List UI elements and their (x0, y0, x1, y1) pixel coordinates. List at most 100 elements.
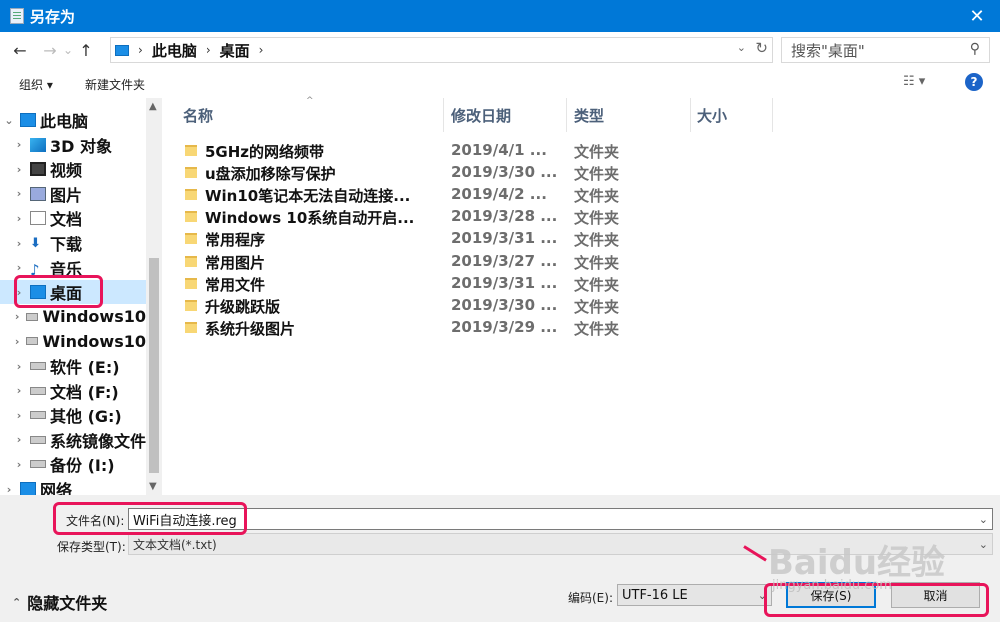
help-icon[interactable]: ? (965, 73, 983, 91)
file-name: u盘添加移除写保护 (205, 165, 336, 184)
download-icon: ⬇ (30, 236, 41, 251)
tree-item[interactable]: › 其他 (G:) (0, 403, 146, 427)
tree-item[interactable]: › 文档 (0, 206, 146, 230)
file-row[interactable]: 常用图片 2019/3/27 ... 文件夹 (163, 250, 983, 272)
column-divider[interactable] (772, 98, 773, 132)
new-folder-button[interactable]: 新建文件夹 (85, 76, 145, 93)
chevron-right-icon[interactable]: › (12, 286, 26, 299)
file-name: Win10笔记本无法自动连接... (205, 187, 411, 206)
forward-button[interactable]: → (39, 38, 61, 62)
tree-item-label: 系统镜像文件 (49, 431, 146, 451)
tree-item[interactable]: › 系统镜像文件 (0, 428, 146, 452)
breadcrumb-desktop[interactable]: 桌面 (220, 40, 250, 61)
chevron-right-icon[interactable]: › (12, 187, 26, 200)
tree-item[interactable]: ⌄ 此电脑 (0, 108, 146, 132)
navigation-pane: ⌄ 此电脑 › 3D 对象 › 视频 › 图片 › 文档 › ⬇ 下载 › ♪ 音乐 › 桌面 › Windows10… (0, 98, 162, 495)
file-row[interactable]: Windows 10系统自动开启... 2019/3/28 ... 文件夹 (163, 205, 983, 227)
column-divider[interactable] (443, 98, 444, 132)
chevron-right-icon[interactable]: › (2, 483, 16, 496)
tree-item[interactable]: › 3D 对象 (0, 133, 146, 157)
window-title: 另存为 (30, 7, 76, 26)
tree-item[interactable]: › ♪ 音乐 (0, 256, 146, 280)
column-header-size[interactable]: 大小 (697, 98, 727, 132)
column-header-type[interactable]: 类型 (574, 98, 604, 132)
file-row[interactable]: 常用文件 2019/3/31 ... 文件夹 (163, 272, 983, 294)
drive-icon (30, 460, 46, 469)
chevron-right-icon[interactable]: › (12, 261, 26, 274)
encoding-select[interactable]: UTF-16 LE ⌄ (617, 584, 772, 606)
file-name: 常用程序 (205, 231, 266, 250)
chevron-right-icon[interactable]: › (12, 458, 26, 471)
save-type-dropdown-icon[interactable]: ⌄ (979, 538, 988, 551)
chevron-right-icon[interactable]: › (12, 138, 26, 151)
column-divider[interactable] (690, 98, 691, 132)
chevron-right-icon[interactable]: › (12, 212, 26, 225)
drive-icon (30, 411, 46, 420)
filename-field[interactable]: WiFi自动连接.reg ⌄ (128, 508, 993, 530)
folder-icon (185, 321, 197, 333)
scroll-up-icon[interactable]: ▲ (149, 101, 157, 112)
chevron-right-icon[interactable]: › (12, 163, 26, 176)
chevron-right-icon[interactable]: › (12, 409, 26, 422)
tree-item-label: 网络 (40, 481, 73, 495)
view-options-icon[interactable]: ☷ ▾ (903, 74, 925, 89)
tree-item[interactable]: › 视频 (0, 157, 146, 181)
save-type-value: 文本文档(*.txt) (133, 537, 217, 552)
tree-item[interactable]: › 桌面 (0, 280, 146, 305)
tree-item[interactable]: › 备份 (I:) (0, 452, 146, 476)
column-divider[interactable] (566, 98, 567, 132)
cancel-button[interactable]: 取消 (891, 582, 980, 608)
tree-item[interactable]: › Windows10 (0, 305, 146, 329)
file-name: 系统升级图片 (205, 319, 296, 338)
address-bar[interactable]: › 此电脑 › 桌面 › ⌄ ↻ (110, 37, 773, 63)
search-input[interactable]: 搜索"桌面" ⚲ (781, 37, 990, 63)
tree-item[interactable]: › ⬇ 下载 (0, 231, 146, 255)
tree-item[interactable]: › 图片 (0, 182, 146, 206)
breadcrumb-this-pc[interactable]: 此电脑 (152, 40, 197, 61)
breadcrumb-separator-icon[interactable]: › (259, 43, 264, 57)
file-row[interactable]: 5GHz的网络频带 2019/4/1 ... 文件夹 (163, 139, 983, 161)
tree-item-label: 文档 (50, 210, 83, 230)
tree-item-label: Windows10 (42, 307, 146, 327)
search-icon[interactable]: ⚲ (970, 41, 980, 57)
back-button[interactable]: ← (9, 38, 31, 62)
encoding-label: 编码(E): (568, 591, 613, 605)
chevron-right-icon[interactable]: › (12, 433, 26, 446)
recent-locations-button[interactable]: ⌄ (61, 38, 75, 62)
drive-icon (26, 312, 39, 321)
chevron-right-icon[interactable]: › (12, 335, 22, 348)
address-dropdown-icon[interactable]: ⌄ (737, 41, 746, 54)
scroll-thumb[interactable] (149, 258, 159, 473)
file-name: 5GHz的网络频带 (205, 143, 325, 161)
scroll-down-icon[interactable]: ▼ (149, 481, 157, 492)
file-type: 文件夹 (574, 297, 620, 316)
organize-menu[interactable]: 组织 ▾ (19, 76, 53, 93)
chevron-right-icon[interactable]: › (12, 360, 26, 373)
folder-icon (185, 299, 197, 311)
file-row[interactable]: Win10笔记本无法自动连接... 2019/4/2 ... 文件夹 (163, 183, 983, 205)
encoding-dropdown-icon[interactable]: ⌄ (758, 589, 767, 602)
up-button[interactable]: ↑ (75, 38, 97, 62)
file-row[interactable]: u盘添加移除写保护 2019/3/30 ... 文件夹 (163, 161, 983, 183)
chevron-down-icon[interactable]: ⌄ (2, 114, 16, 127)
tree-item[interactable]: › 文档 (F:) (0, 379, 146, 403)
file-date: 2019/3/31 ... (451, 229, 558, 248)
column-header-date[interactable]: 修改日期 (451, 98, 511, 132)
tree-item[interactable]: › Windows10 (0, 329, 146, 353)
chevron-right-icon[interactable]: › (12, 384, 26, 397)
refresh-icon[interactable]: ↻ (755, 39, 768, 57)
filename-dropdown-icon[interactable]: ⌄ (979, 513, 988, 526)
column-header-name[interactable]: 名称 (183, 98, 213, 132)
hide-folders-toggle[interactable]: ⌃ 隐藏文件夹 (12, 590, 107, 614)
chevron-right-icon[interactable]: › (12, 237, 26, 250)
tree-item-label: Windows10 (42, 331, 146, 351)
file-row[interactable]: 系统升级图片 2019/3/29 ... 文件夹 (163, 316, 983, 338)
chevron-right-icon[interactable]: › (12, 310, 22, 323)
tree-item[interactable]: › 网络 (0, 477, 146, 495)
close-button[interactable]: ✕ (954, 0, 1000, 32)
nav-scrollbar[interactable]: ▲ ▼ (146, 98, 162, 495)
file-row[interactable]: 常用程序 2019/3/31 ... 文件夹 (163, 227, 983, 249)
tree-item[interactable]: › 软件 (E:) (0, 354, 146, 378)
file-row[interactable]: 升级跳跃版 2019/3/30 ... 文件夹 (163, 294, 983, 316)
file-type: 文件夹 (574, 319, 620, 338)
